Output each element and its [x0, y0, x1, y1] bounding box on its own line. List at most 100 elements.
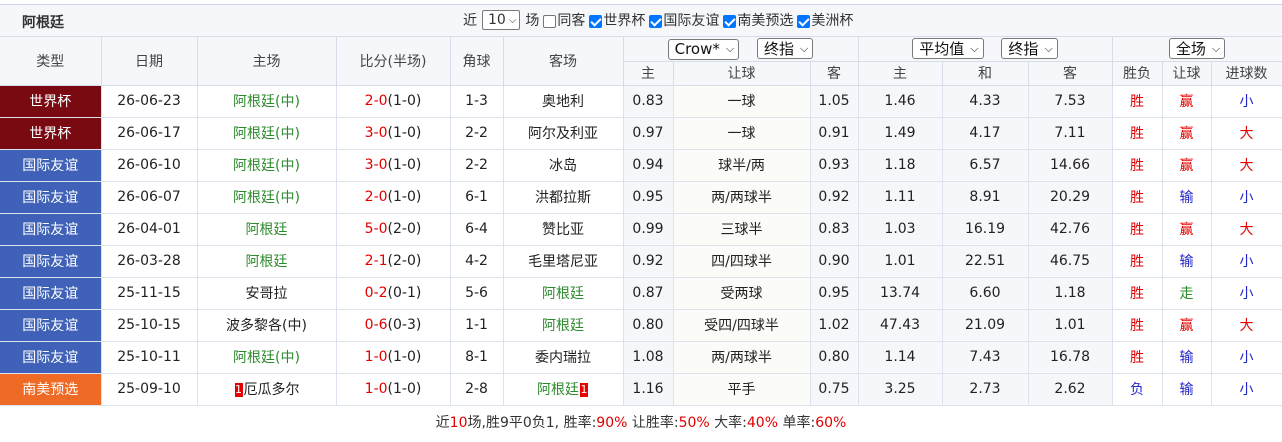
- range-select[interactable]: 全场 ⌵: [1168, 38, 1226, 60]
- match-date: 26-06-10: [101, 149, 198, 182]
- home-team[interactable]: 阿根廷(中): [197, 117, 337, 150]
- chevron-down-icon: ⌵: [508, 14, 517, 26]
- home-team[interactable]: 阿根廷(中): [197, 181, 337, 214]
- company-select[interactable]: Crow* ⌵: [667, 38, 740, 60]
- away-team[interactable]: 阿根廷: [503, 309, 624, 342]
- col-handicap: 让球: [673, 61, 811, 86]
- europe-odds-header: 平均值 ⌵ 终指 ⌵: [858, 37, 1113, 62]
- score[interactable]: 0-2(0-1): [336, 277, 451, 310]
- match-date: 26-06-17: [101, 117, 198, 150]
- home-team-name: 阿根廷(中): [233, 158, 300, 174]
- score[interactable]: 3-0(1-0): [336, 149, 451, 182]
- handicap-line: 一球: [673, 117, 811, 150]
- filter-label[interactable]: 南美预选: [737, 13, 793, 29]
- score[interactable]: 1-0(1-0): [336, 341, 451, 374]
- handicap-away-odds: 0.83: [810, 213, 859, 246]
- score[interactable]: 0-6(0-3): [336, 309, 451, 342]
- match-date: 26-03-28: [101, 245, 198, 278]
- away-team[interactable]: 洪都拉斯: [503, 181, 624, 214]
- away-team[interactable]: 奥地利: [503, 85, 624, 118]
- summary-win-rate: 90%: [596, 414, 628, 431]
- score[interactable]: 2-1(2-0): [336, 245, 451, 278]
- filter-label[interactable]: 美洲杯: [811, 13, 853, 29]
- home-team[interactable]: 阿根廷(中): [197, 149, 337, 182]
- win-loss-result: 胜: [1112, 117, 1163, 150]
- europe-home-odds: 1.18: [858, 149, 943, 182]
- europe-odds-type-select[interactable]: 终指 ⌵: [1001, 38, 1058, 60]
- handicap-line: 球半/两: [673, 149, 811, 182]
- col-goals: 进球数: [1211, 61, 1282, 86]
- away-team[interactable]: 毛里塔尼亚: [503, 245, 624, 278]
- europe-draw-odds: 21.09: [942, 309, 1029, 342]
- home-team[interactable]: 阿根廷: [197, 245, 337, 278]
- score[interactable]: 2-0(1-0): [336, 85, 451, 118]
- summary-over-label: 大率:: [709, 414, 747, 431]
- league-badge[interactable]: 世界杯: [0, 117, 102, 150]
- league-filters: 同客 世界杯 国际友谊 南美预选 美洲杯: [539, 10, 853, 30]
- handicap-home-odds: 0.80: [623, 309, 674, 342]
- col-handicap-away: 客: [810, 61, 859, 86]
- away-team[interactable]: 阿根廷 1: [503, 373, 624, 406]
- home-team-name: 阿根廷: [245, 222, 288, 238]
- win-loss-result: 胜: [1112, 181, 1163, 214]
- score[interactable]: 3-0(1-0): [336, 117, 451, 150]
- home-team[interactable]: 阿根廷(中): [197, 341, 337, 374]
- handicap-away-odds: 0.80: [810, 341, 859, 374]
- league-badge[interactable]: 国际友谊: [0, 245, 102, 278]
- table-row: 国际友谊 26-03-28 阿根廷 2-1(2-0) 4-2 毛里塔尼亚 0.92 四/四球半…: [0, 245, 1282, 278]
- league-badge[interactable]: 国际友谊: [0, 341, 102, 374]
- league-badge[interactable]: 国际友谊: [0, 181, 102, 214]
- handicap-result: 赢: [1162, 85, 1212, 118]
- filter-checkbox[interactable]: [649, 14, 663, 28]
- handicap-home-odds: 0.94: [623, 149, 674, 182]
- filter-checkbox[interactable]: [589, 14, 603, 28]
- away-team[interactable]: 阿根廷: [503, 277, 624, 310]
- score[interactable]: 5-0(2-0): [336, 213, 451, 246]
- handicap-odds-type-select[interactable]: 终指 ⌵: [757, 38, 814, 59]
- corners: 6-1: [450, 181, 504, 214]
- europe-away-odds: 46.75: [1028, 245, 1113, 278]
- away-team[interactable]: 赞比亚: [503, 213, 624, 246]
- europe-draw-odds: 6.60: [942, 277, 1029, 310]
- handicap-home-odds: 1.16: [623, 373, 674, 406]
- away-team[interactable]: 阿尔及利亚: [503, 117, 624, 150]
- table-row: 国际友谊 25-10-15 波多黎各(中) 0-6(0-3) 1-1 阿根廷 0.80 受四/…: [0, 309, 1282, 342]
- home-team[interactable]: 1 厄瓜多尔: [197, 373, 337, 406]
- filter-label[interactable]: 世界杯: [603, 13, 645, 29]
- league-badge[interactable]: 国际友谊: [0, 277, 102, 310]
- filter-checkbox[interactable]: [723, 14, 737, 28]
- europe-away-odds: 42.76: [1028, 213, 1113, 246]
- home-team[interactable]: 安哥拉: [197, 277, 337, 310]
- league-badge[interactable]: 国际友谊: [0, 213, 102, 246]
- recent-count-select[interactable]: 10 ⌵: [482, 10, 521, 30]
- filter-label[interactable]: 同客: [557, 13, 585, 29]
- red-card-icon: 1: [580, 383, 588, 397]
- table-row: 南美预选 25-09-10 1 厄瓜多尔 1-0(1-0) 2-8 阿根廷 1 1.16 平手 0.…: [0, 373, 1282, 406]
- league-badge[interactable]: 国际友谊: [0, 149, 102, 182]
- filter-label[interactable]: 国际友谊: [663, 13, 719, 29]
- filter-checkbox[interactable]: [543, 14, 557, 28]
- handicap-header: Crow* ⌵ 终指 ⌵: [623, 37, 859, 62]
- filter-checkbox[interactable]: [797, 14, 811, 28]
- home-team[interactable]: 波多黎各(中): [197, 309, 337, 342]
- score[interactable]: 1-0(1-0): [336, 373, 451, 406]
- league-badge[interactable]: 南美预选: [0, 373, 102, 406]
- home-team-name: 阿根廷(中): [233, 126, 300, 142]
- chevron-down-icon: ⌵: [800, 41, 809, 55]
- home-team[interactable]: 阿根廷: [197, 213, 337, 246]
- league-badge[interactable]: 国际友谊: [0, 309, 102, 342]
- away-team[interactable]: 冰岛: [503, 149, 624, 182]
- handicap-result: 输: [1162, 341, 1212, 374]
- league-badge[interactable]: 世界杯: [0, 85, 102, 118]
- europe-draw-odds: 4.33: [942, 85, 1029, 118]
- home-team[interactable]: 阿根廷(中): [197, 85, 337, 118]
- title-bar: 阿根廷 近 10 ⌵ 场 同客 世界杯 国际友谊 南美预选 美洲杯: [0, 5, 1282, 37]
- col-away: 客场: [503, 37, 624, 86]
- europe-home-odds: 1.14: [858, 341, 943, 374]
- handicap-away-odds: 0.95: [810, 277, 859, 310]
- average-select[interactable]: 平均值 ⌵: [912, 38, 984, 60]
- summary-prefix: 近: [435, 414, 450, 431]
- away-team[interactable]: 委内瑞拉: [503, 341, 624, 374]
- score[interactable]: 2-0(1-0): [336, 181, 451, 214]
- full-time-score: 0-6: [364, 317, 388, 333]
